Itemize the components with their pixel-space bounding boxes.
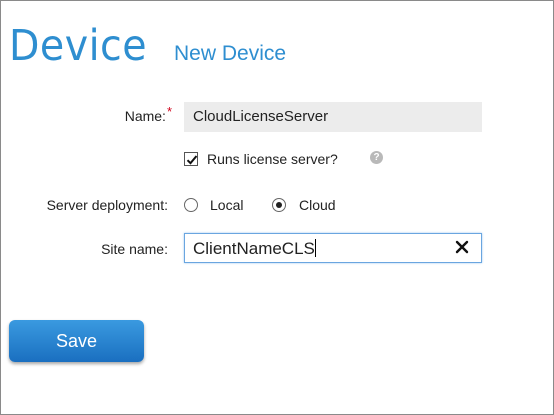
name-field[interactable]: CloudLicenseServer xyxy=(184,102,482,132)
radio-cloud[interactable] xyxy=(272,198,286,212)
checkmark-icon xyxy=(186,155,198,165)
required-marker: * xyxy=(166,104,172,119)
runs-license-server-checkbox[interactable] xyxy=(184,152,198,166)
radio-local[interactable] xyxy=(184,198,198,212)
question-icon[interactable]: ? xyxy=(370,151,383,164)
close-icon[interactable] xyxy=(454,239,470,255)
page-subtitle: New Device xyxy=(174,42,287,65)
radio-local-label: Local xyxy=(210,197,244,213)
name-label: Name:* xyxy=(124,104,172,124)
name-label-text: Name: xyxy=(124,108,166,124)
page-title: Device xyxy=(9,21,148,71)
site-name-input[interactable]: ClientNameCLS xyxy=(184,233,482,263)
radio-selected-dot xyxy=(276,202,282,208)
dialog-frame: Device New Device Name:* CloudLicenseSer… xyxy=(0,0,554,415)
site-name-label: Site name: xyxy=(101,241,168,257)
site-name-value: ClientNameCLS xyxy=(193,239,315,258)
page-heading: Device New Device xyxy=(9,21,286,71)
runs-license-server-label: Runs license server? xyxy=(207,151,338,167)
server-deployment-label: Server deployment: xyxy=(46,197,168,213)
text-caret xyxy=(314,239,316,257)
radio-cloud-label: Cloud xyxy=(299,197,336,213)
save-button[interactable]: Save xyxy=(9,320,144,362)
